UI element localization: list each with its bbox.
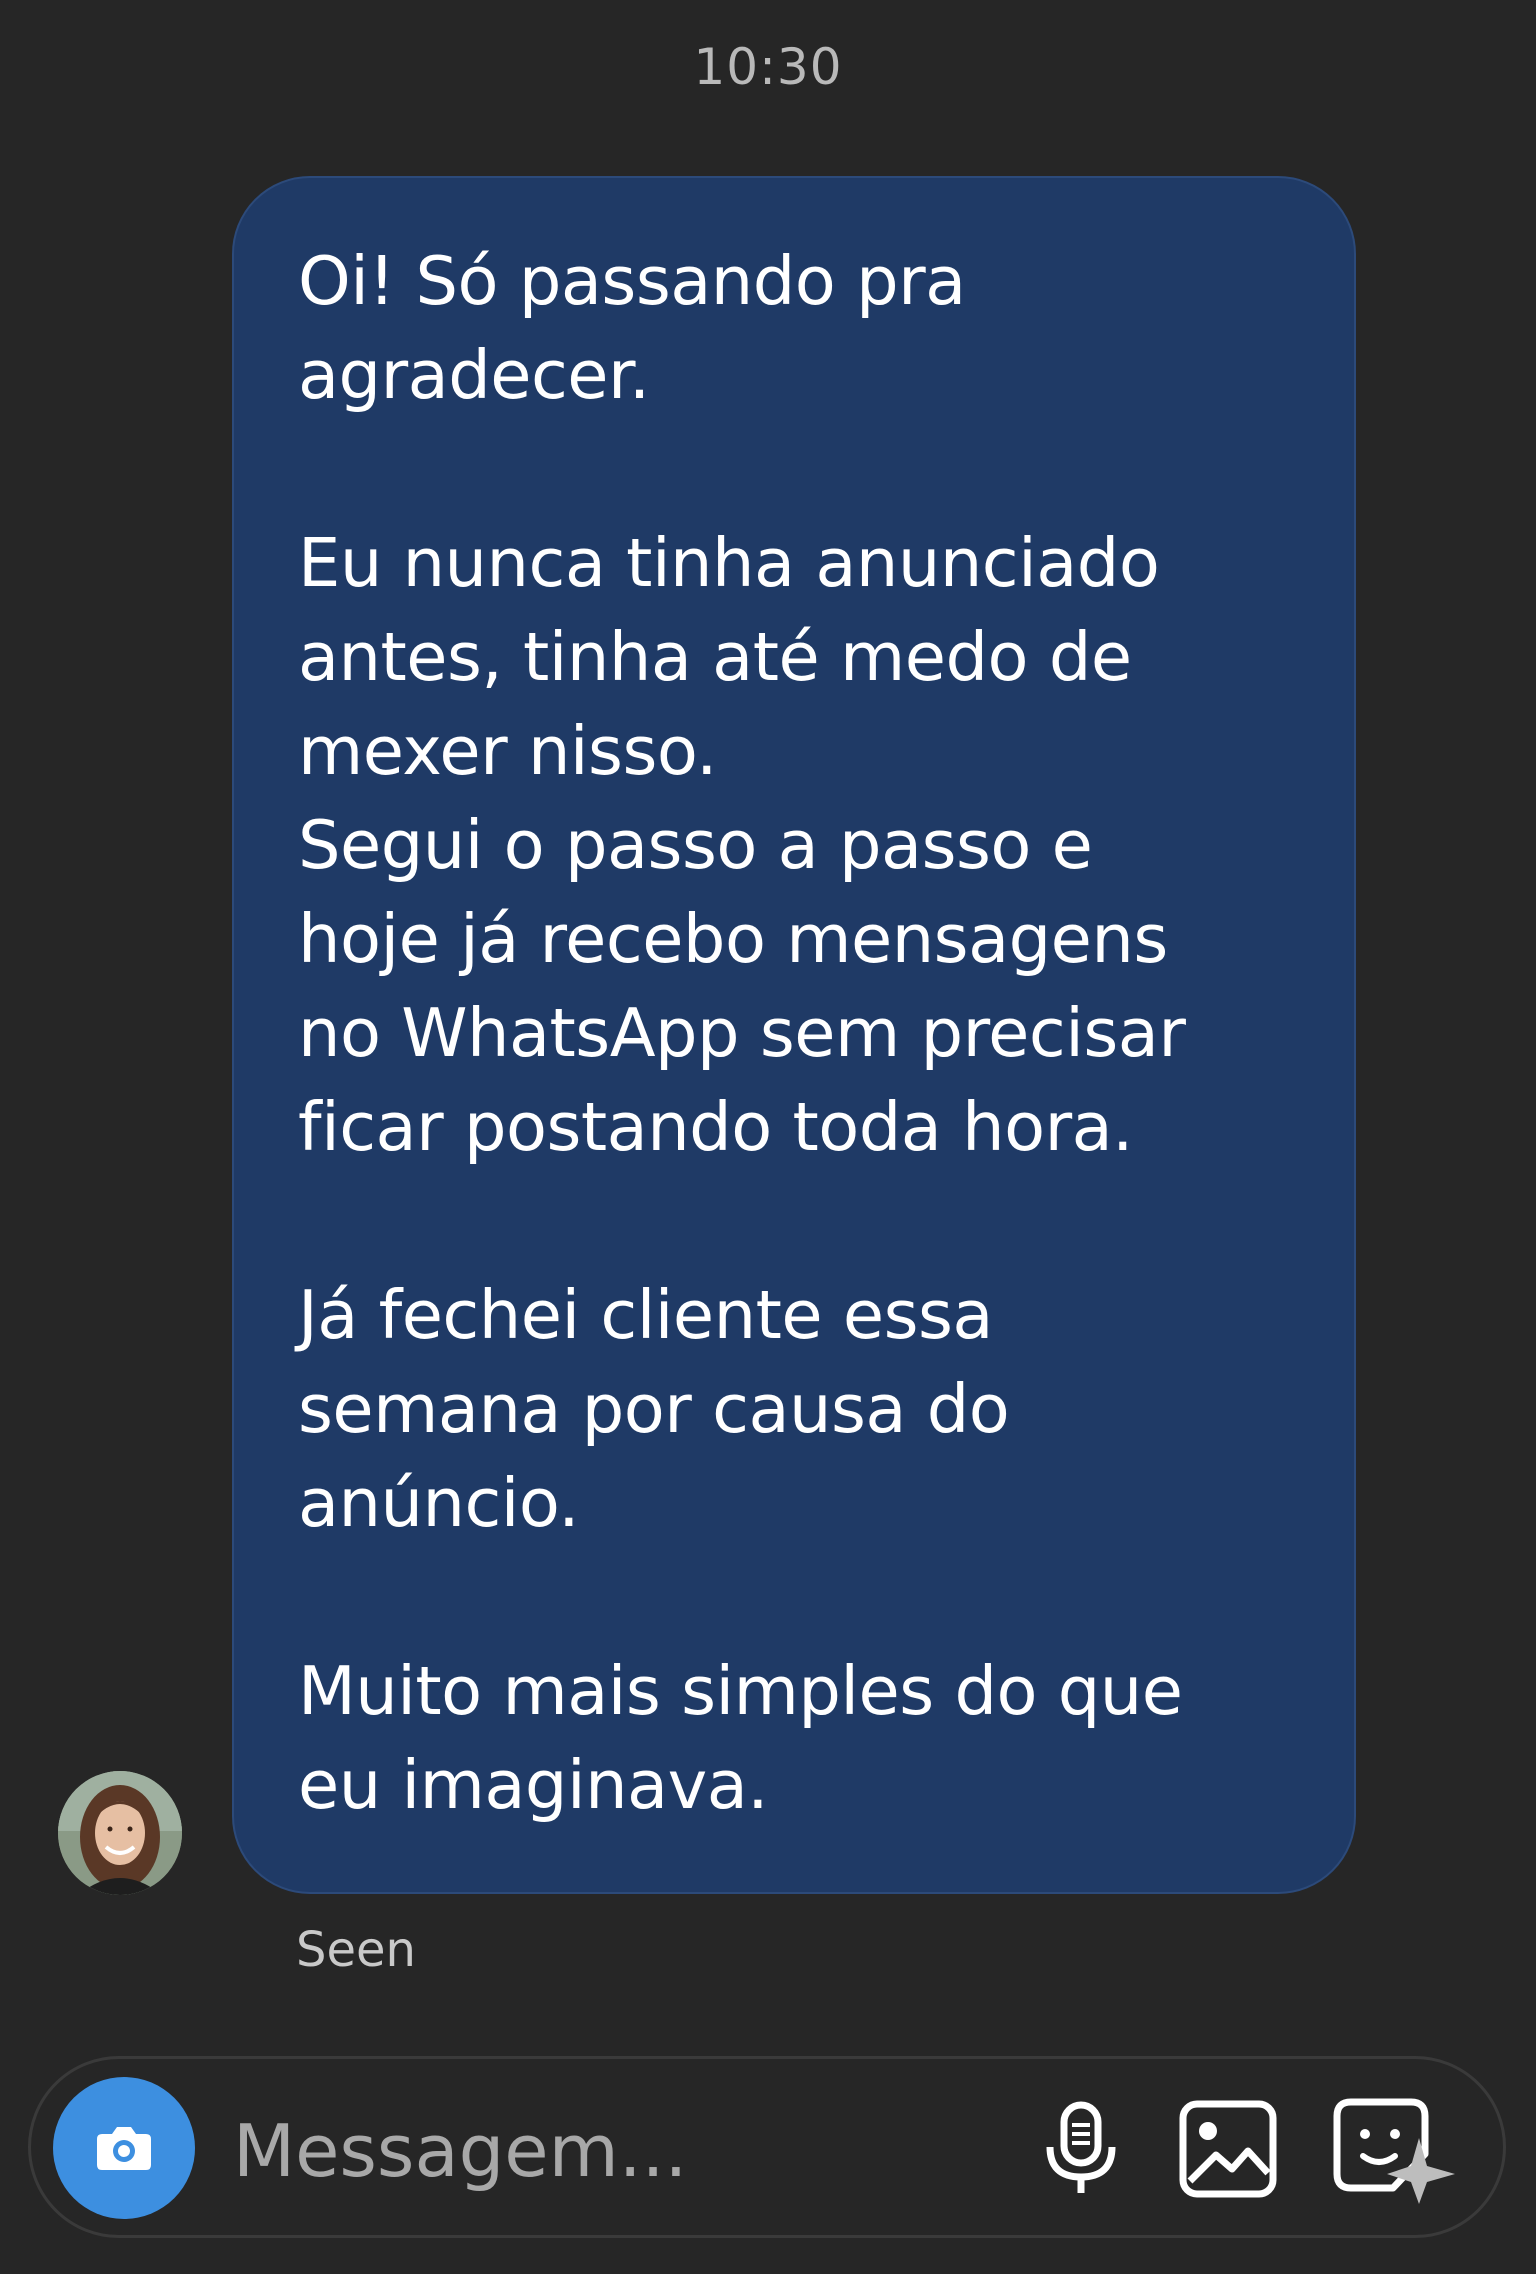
message-paragraph: Eu nunca tinha anunciado antes, tinha at… [298,524,1186,1166]
seen-status: Seen [296,1922,416,1978]
message-input[interactable]: Messagem... [233,2111,687,2191]
avatar-photo [58,1771,182,1895]
sticker-icon [1333,2098,1455,2204]
message-composer[interactable]: Messagem... [28,2056,1506,2238]
message-paragraph: Já fechei cliente essa semana por causa … [298,1276,1010,1542]
message-paragraph: Muito mais simples do que eu imaginava. [298,1652,1183,1824]
message-paragraph: Oi! Só passando pra agradecer. [298,242,966,414]
message-bubble[interactable]: Oi! Só passando pra agradecer. Eu nunca … [232,176,1356,1894]
avatar[interactable] [58,1771,182,1895]
gallery-button[interactable] [1178,2099,1278,2199]
sticker-button[interactable] [1331,2098,1461,2204]
microphone-button[interactable] [1031,2099,1131,2199]
camera-icon [97,2127,151,2170]
microphone-icon [1046,2101,1116,2193]
camera-button[interactable] [53,2077,195,2219]
status-time: 10:30 [693,38,843,96]
gallery-icon [1179,2100,1277,2198]
